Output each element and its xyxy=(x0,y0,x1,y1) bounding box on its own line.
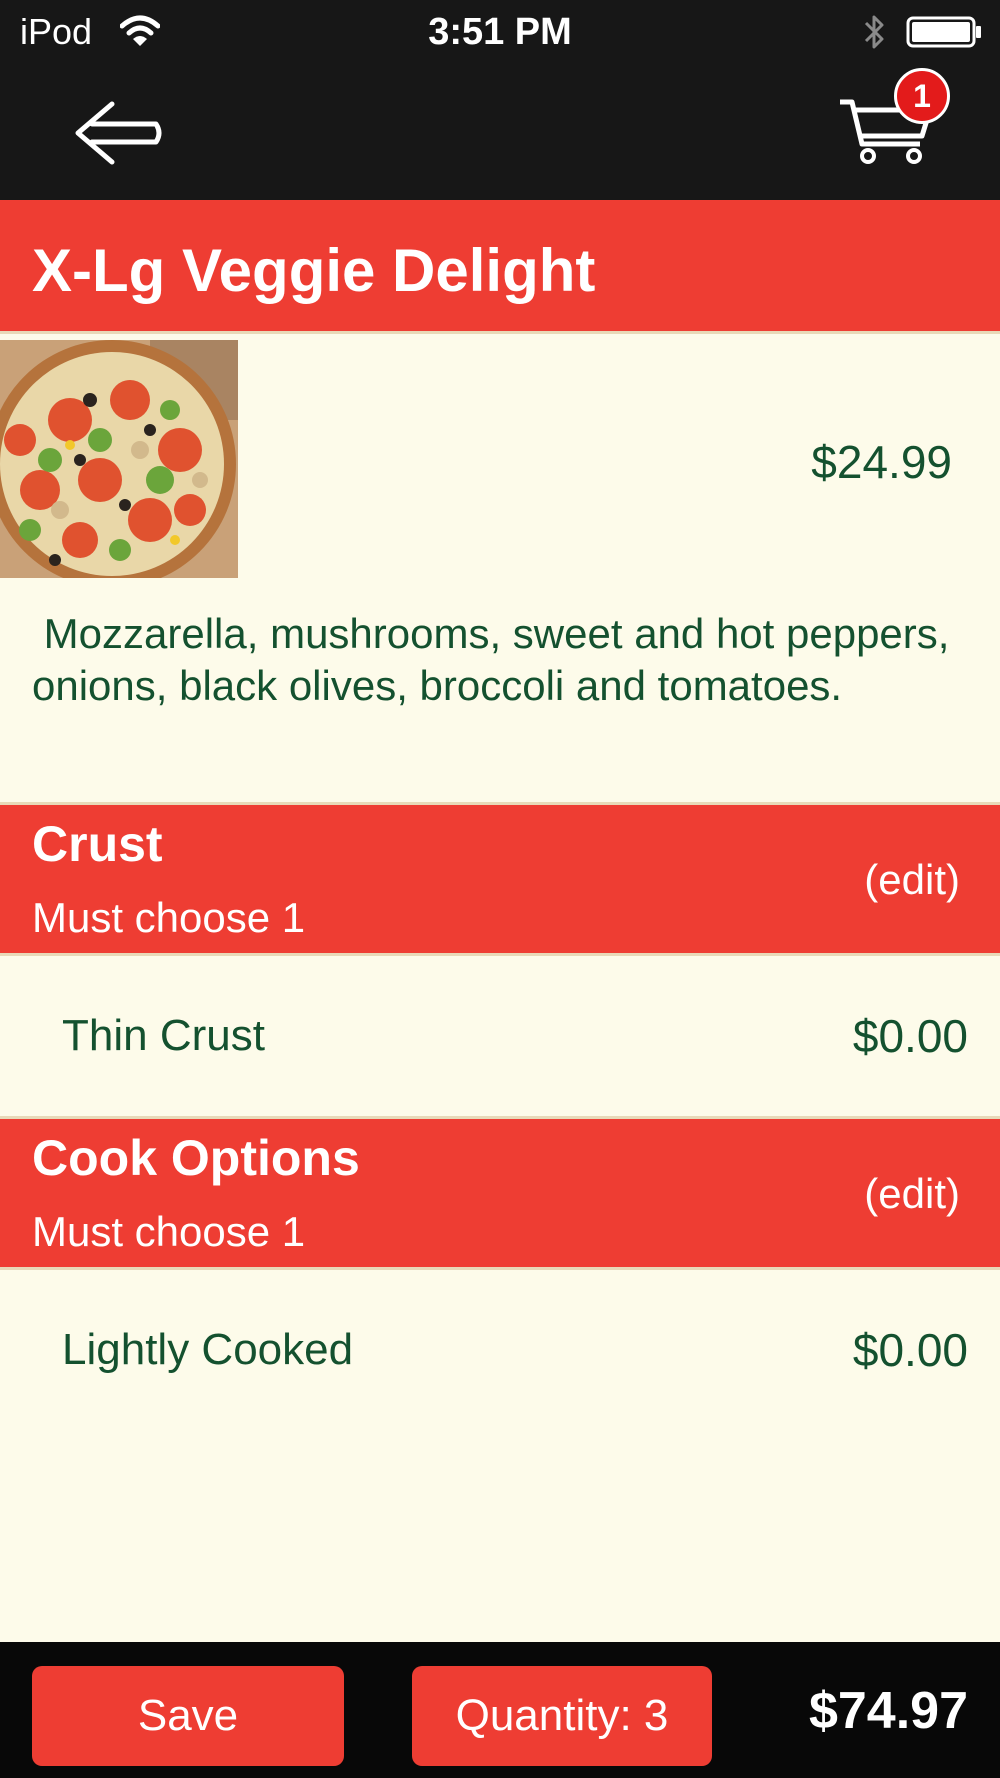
status-time: 3:51 PM xyxy=(428,11,572,53)
save-button[interactable]: Save xyxy=(32,1666,344,1766)
back-arrow-icon[interactable] xyxy=(70,98,166,168)
product-image xyxy=(0,340,238,578)
section-subtitle-crust: Must choose 1 xyxy=(32,894,306,941)
product-price: $24.99 xyxy=(811,436,952,488)
option-name-crust: Thin Crust xyxy=(62,1011,265,1060)
battery-icon xyxy=(906,16,981,48)
section-title-crust: Crust xyxy=(32,816,163,872)
option-price-crust: $0.00 xyxy=(852,1010,968,1062)
section-title-cook-options: Cook Options xyxy=(32,1130,360,1186)
option-price-cook: $0.00 xyxy=(852,1324,968,1376)
product-title: X-Lg Veggie Delight xyxy=(32,237,596,304)
bluetooth-icon xyxy=(864,15,884,49)
total-price: $74.97 xyxy=(808,1682,968,1740)
edit-cook-options-button[interactable]: (edit) xyxy=(780,1170,960,1218)
product-description: Mozzarella, mushrooms, sweet and hot pep… xyxy=(32,610,962,709)
section-subtitle-cook-options: Must choose 1 xyxy=(32,1208,306,1255)
edit-crust-button[interactable]: (edit) xyxy=(780,856,960,904)
quantity-button[interactable]: Quantity: 3 xyxy=(412,1666,712,1766)
cart-count-badge[interactable]: 1 xyxy=(894,68,950,124)
option-name-cook: Lightly Cooked xyxy=(62,1325,354,1374)
